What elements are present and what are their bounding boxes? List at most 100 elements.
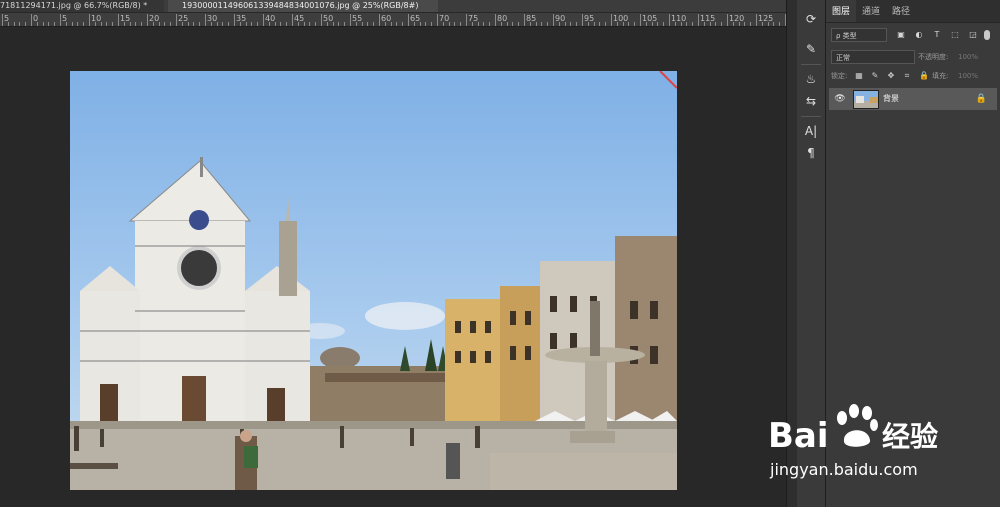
ruler-minor-tick xyxy=(680,22,682,26)
lock-all-icon[interactable]: 🔒 xyxy=(919,71,929,81)
opacity-value[interactable]: 100% xyxy=(958,52,978,62)
ruler-minor-tick xyxy=(529,22,531,26)
ruler-minor-tick xyxy=(587,22,589,26)
watermark-brand: Bai xyxy=(768,416,829,456)
lock-icon: 🔒 xyxy=(975,94,987,104)
ruler-label: 120 xyxy=(729,14,745,23)
lock-label: 锁定: xyxy=(831,72,848,80)
history-brush-icon[interactable]: ⟳ xyxy=(801,10,821,28)
ruler-minor-tick xyxy=(732,22,734,26)
ruler-label: 115 xyxy=(700,14,716,23)
florence-church-photo xyxy=(70,71,677,490)
tool-separator xyxy=(801,64,821,65)
ruler-minor-tick xyxy=(181,22,183,26)
ruler-minor-tick xyxy=(396,22,398,26)
lock-move-icon[interactable]: ✥ xyxy=(886,71,896,81)
ruler-minor-tick xyxy=(286,22,288,26)
ruler-minor-tick xyxy=(605,22,607,26)
ruler-minor-tick xyxy=(402,22,404,26)
tab-channels[interactable]: 通道 xyxy=(856,0,886,22)
ruler-minor-tick xyxy=(164,22,166,26)
ruler-minor-tick xyxy=(13,22,15,26)
shape-filter-icon[interactable]: ⬚ xyxy=(950,30,960,40)
ruler-tick xyxy=(524,14,525,26)
ruler-minor-tick xyxy=(123,22,125,26)
image-filter-icon[interactable]: ▣ xyxy=(896,30,906,40)
puppet-icon[interactable]: ♨ xyxy=(801,70,821,88)
ruler-minor-tick xyxy=(170,22,172,26)
ruler-minor-tick xyxy=(193,22,195,26)
ruler-minor-tick xyxy=(564,22,566,26)
ruler-tick xyxy=(640,14,641,26)
ruler-minor-tick xyxy=(779,22,781,26)
ruler-tick xyxy=(205,14,206,26)
ruler-tick xyxy=(582,14,583,26)
ruler-minor-tick xyxy=(25,22,27,26)
panel-tabs: 图层 通道 路径 xyxy=(826,0,1000,23)
ruler-minor-tick xyxy=(512,22,514,26)
ruler-minor-tick xyxy=(767,22,769,26)
ruler-minor-tick xyxy=(361,22,363,26)
ruler-minor-tick xyxy=(94,22,96,26)
ruler-minor-tick xyxy=(152,22,154,26)
document-tab-2[interactable]: 193000011496061339484834001076.jpg @ 25%… xyxy=(168,0,438,12)
ruler-tick xyxy=(31,14,32,26)
ruler-tick xyxy=(234,14,235,26)
ruler-minor-tick xyxy=(721,22,723,26)
paw-icon xyxy=(837,404,878,447)
ruler-minor-tick xyxy=(425,22,427,26)
layer-name[interactable]: 背景 xyxy=(883,93,899,105)
smart-object-filter-icon[interactable]: ◲ xyxy=(968,30,978,40)
brush-preset-icon[interactable]: ✎ xyxy=(801,40,821,58)
fill-label: 填充: xyxy=(932,72,949,80)
ruler-minor-tick xyxy=(42,22,44,26)
layer-filter-select[interactable]: ρ 类型 xyxy=(831,28,887,42)
ruler-minor-tick xyxy=(634,22,636,26)
tool-separator xyxy=(801,116,821,117)
ruler-minor-tick xyxy=(663,22,665,26)
ruler-label: 110 xyxy=(671,14,687,23)
ruler-minor-tick xyxy=(773,22,775,26)
ruler-minor-tick xyxy=(448,22,450,26)
fill-value[interactable]: 100% xyxy=(958,71,978,81)
ruler-tick xyxy=(89,14,90,26)
ruler-minor-tick xyxy=(100,22,102,26)
adjustment-filter-icon[interactable]: ◐ xyxy=(914,30,924,40)
type-filter-icon[interactable]: T xyxy=(932,30,942,40)
eye-icon[interactable]: 👁 xyxy=(834,93,846,105)
ruler-minor-tick xyxy=(761,22,763,26)
ruler-minor-tick xyxy=(692,22,694,26)
tab-layers[interactable]: 图层 xyxy=(826,0,857,22)
blend-mode-select[interactable]: 正常 xyxy=(831,50,915,64)
ruler-minor-tick xyxy=(315,22,317,26)
lock-transparent-icon[interactable]: ▦ xyxy=(854,71,864,81)
ruler-minor-tick xyxy=(413,22,415,26)
ruler-tick xyxy=(60,14,61,26)
layer-row-background[interactable]: 👁 背景 🔒 xyxy=(829,88,997,110)
ruler-tick xyxy=(292,14,293,26)
ruler-minor-tick xyxy=(471,22,473,26)
ruler-minor-tick xyxy=(477,22,479,26)
ruler-minor-tick xyxy=(239,22,241,26)
baidu-jingyan-watermark: Bai 经验 jingyan.baidu.com xyxy=(768,398,968,488)
lock-artboard-icon[interactable]: ⌗ xyxy=(902,71,912,81)
ruler-tick xyxy=(118,14,119,26)
adjust-icon[interactable]: ⇆ xyxy=(801,92,821,110)
document-image[interactable] xyxy=(70,71,677,490)
ruler-minor-tick xyxy=(622,22,624,26)
ruler-label: 100 xyxy=(613,14,629,23)
paragraph-icon[interactable]: ¶ xyxy=(801,144,821,162)
ruler-minor-tick xyxy=(576,22,578,26)
ruler-minor-tick xyxy=(547,22,549,26)
lock-brush-icon[interactable]: ✎ xyxy=(870,71,880,81)
filter-toggle[interactable] xyxy=(984,30,990,40)
ruler-minor-tick xyxy=(257,22,259,26)
ruler-minor-tick xyxy=(222,22,224,26)
ruler-minor-tick xyxy=(616,22,618,26)
ruler-minor-tick xyxy=(112,22,114,26)
ruler-minor-tick xyxy=(303,22,305,26)
document-tab-1[interactable]: 71811294171.jpg @ 66.7%(RGB/8) * xyxy=(0,0,164,12)
tab-paths[interactable]: 路径 xyxy=(886,0,916,22)
character-icon[interactable]: A| xyxy=(801,122,821,140)
ruler-minor-tick xyxy=(187,22,189,26)
